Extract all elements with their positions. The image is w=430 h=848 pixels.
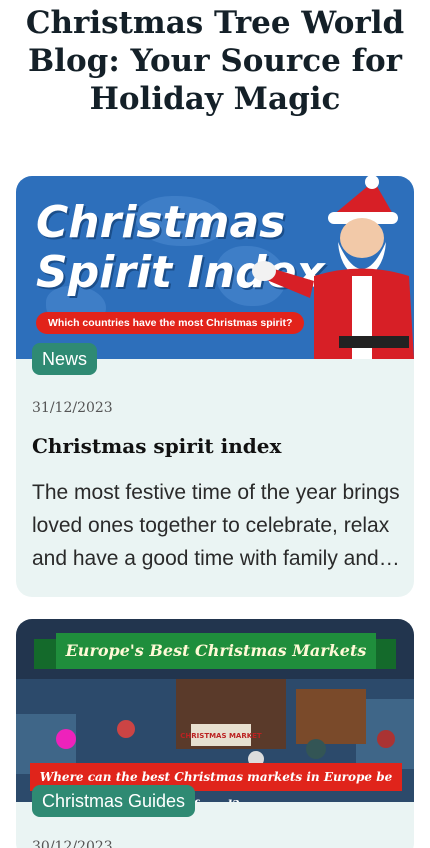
blog-page: Christmas Tree World Blog: Your Source f…: [0, 0, 430, 848]
post-card[interactable]: Christmas Spirit Index Which countries h…: [16, 176, 414, 597]
post-card[interactable]: CHRISTMAS MARKET Europe's Best Christmas…: [16, 619, 414, 848]
post-thumbnail[interactable]: CHRISTMAS MARKET Europe's Best Christmas…: [16, 619, 414, 802]
post-excerpt: The most festive time of the year brings…: [32, 481, 400, 570]
category-badge[interactable]: Christmas Guides: [32, 785, 196, 817]
post-date: 31/12/2023: [32, 400, 113, 416]
post-date: 30/12/2023: [32, 839, 113, 848]
category-badge[interactable]: News: [32, 343, 98, 375]
stall-sign: CHRISTMAS MARKET: [180, 732, 262, 740]
thumbnail-headline: Europe's Best Christmas Markets: [56, 633, 376, 669]
santa-illustration: [252, 176, 414, 359]
post-thumbnail[interactable]: Christmas Spirit Index Which countries h…: [16, 176, 414, 359]
page-title: Christmas Tree World Blog: Your Source f…: [25, 5, 405, 117]
post-title[interactable]: Christmas spirit index: [32, 434, 281, 458]
